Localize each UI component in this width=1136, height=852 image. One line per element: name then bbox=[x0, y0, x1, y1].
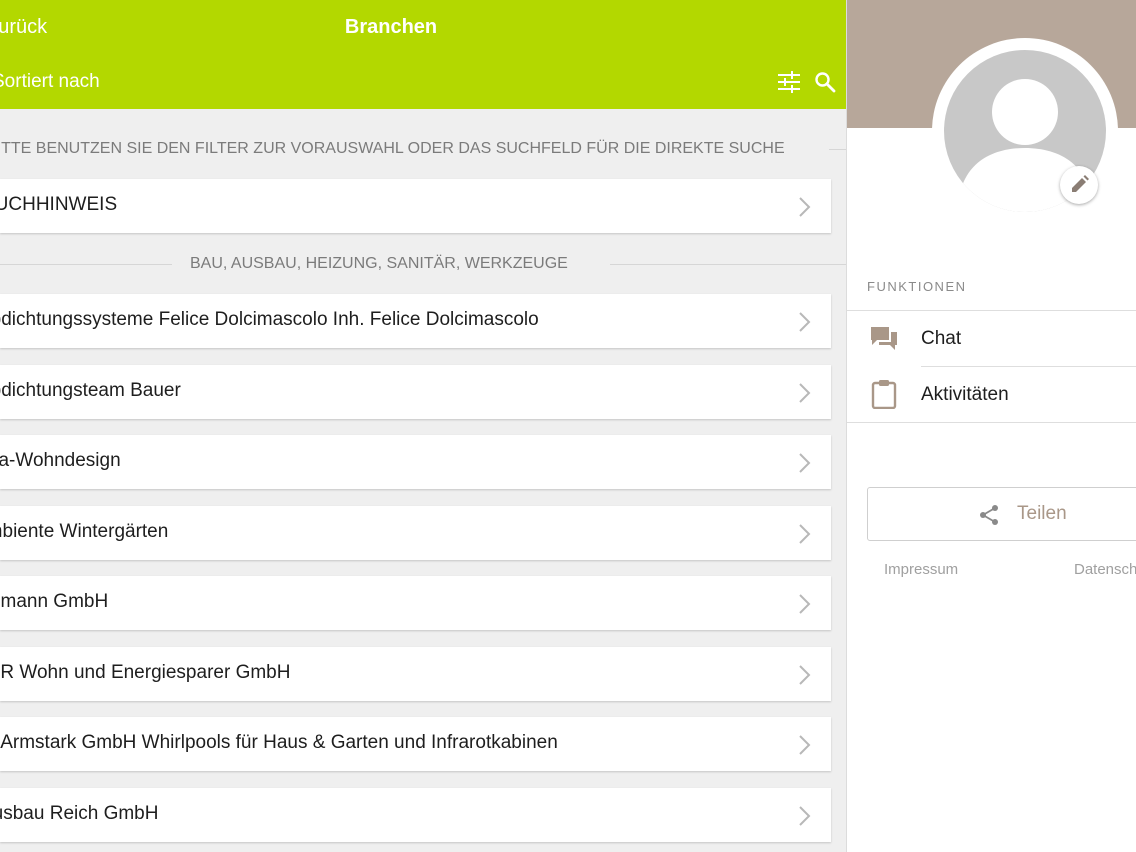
list-item-label: Abdichtungssysteme Felice Dolcimascolo I… bbox=[0, 309, 539, 330]
list-item[interactable]: Ausbau Reich GmbH bbox=[0, 788, 831, 842]
chevron-right-icon bbox=[799, 594, 811, 614]
divider bbox=[847, 422, 1136, 423]
section-divider bbox=[0, 264, 172, 265]
list-item[interactable]: Abdichtungsteam Bauer bbox=[0, 365, 831, 419]
list-item-label: Ausbau Reich GmbH bbox=[0, 803, 159, 824]
section-header-category: BAU, AUSBAU, HEIZUNG, SANITÄR, WERKZEUGE bbox=[190, 255, 568, 273]
list-item-label: Abdichtungsteam Bauer bbox=[0, 380, 181, 401]
navigation-header: Zurück Branchen Sortiert nach bbox=[0, 0, 846, 109]
list-item-label: H. Armstark GmbH Whirlpools für Haus & G… bbox=[0, 732, 558, 753]
list-item-label: ANR Wohn und Energiesparer GmbH bbox=[0, 662, 291, 683]
impressum-link[interactable]: Impressum bbox=[884, 561, 958, 578]
edit-avatar-button[interactable] bbox=[1060, 166, 1098, 204]
sort-by-button[interactable]: Sortiert nach bbox=[0, 71, 100, 93]
list-item-label: Ammann GmbH bbox=[0, 591, 109, 612]
industry-list-pane: Zurück Branchen Sortiert nach BITTE BENU… bbox=[0, 0, 846, 852]
list-item[interactable]: Ammann GmbH bbox=[0, 576, 831, 630]
chevron-right-icon bbox=[799, 312, 811, 332]
functions-section-label: FUNKTIONEN bbox=[867, 279, 967, 294]
chevron-right-icon bbox=[799, 806, 811, 826]
menu-item-chat[interactable]: Chat bbox=[847, 311, 1136, 366]
menu-item-label: Aktivitäten bbox=[921, 384, 1009, 405]
share-button[interactable]: Teilen bbox=[867, 487, 1136, 541]
share-icon bbox=[980, 505, 998, 525]
list-item-label: Ambiente Wintergärten bbox=[0, 521, 169, 542]
list-item-label: Alba-Wohndesign bbox=[0, 450, 121, 471]
chevron-right-icon bbox=[799, 524, 811, 544]
clipboard-icon bbox=[871, 380, 897, 409]
menu-item-label: Chat bbox=[921, 328, 962, 349]
chat-bubbles-icon bbox=[871, 327, 897, 350]
section-divider bbox=[829, 149, 846, 150]
chevron-right-icon bbox=[799, 735, 811, 755]
list-item-search-hint[interactable]: SUCHHINWEIS bbox=[0, 179, 831, 233]
list-item[interactable]: Alba-Wohndesign bbox=[0, 435, 831, 489]
privacy-link[interactable]: Datenschutz bbox=[1074, 561, 1136, 578]
chevron-right-icon bbox=[799, 665, 811, 685]
pencil-icon bbox=[1072, 175, 1089, 192]
list-item[interactable]: Ambiente Wintergärten bbox=[0, 506, 831, 560]
section-header-hint: BITTE BENUTZEN SIE DEN FILTER ZUR VORAUS… bbox=[0, 140, 785, 158]
profile-sidebar: FUNKTIONEN Chat Aktivitäten Teilen Impre… bbox=[846, 0, 1136, 852]
list-item-label: SUCHHINWEIS bbox=[0, 194, 118, 215]
share-button-label: Teilen bbox=[1017, 503, 1067, 524]
page-title: Branchen bbox=[344, 16, 438, 38]
chevron-right-icon bbox=[799, 453, 811, 473]
section-divider bbox=[610, 264, 846, 265]
chevron-right-icon bbox=[799, 383, 811, 403]
chevron-right-icon bbox=[799, 197, 811, 217]
sliders-icon[interactable] bbox=[777, 70, 801, 94]
list-item[interactable]: Abdichtungssysteme Felice Dolcimascolo I… bbox=[0, 294, 831, 348]
search-icon[interactable] bbox=[814, 71, 836, 93]
list-item[interactable]: H. Armstark GmbH Whirlpools für Haus & G… bbox=[0, 717, 831, 771]
list-item[interactable]: ANR Wohn und Energiesparer GmbH bbox=[0, 647, 831, 701]
menu-item-activities[interactable]: Aktivitäten bbox=[847, 367, 1136, 422]
